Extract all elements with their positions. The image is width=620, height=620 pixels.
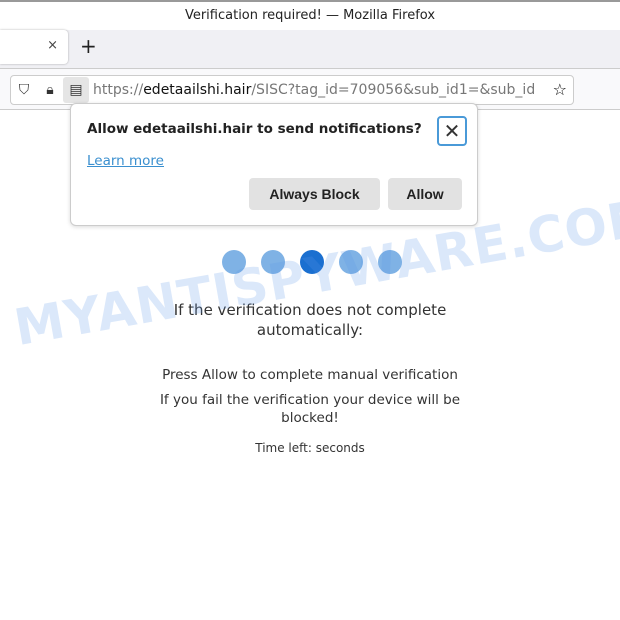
loading-dot [378, 250, 402, 274]
close-icon[interactable]: ✕ [437, 116, 467, 146]
notification-permission-icon[interactable]: ▤ [63, 77, 89, 103]
url-text[interactable]: https://edetaailshi.hair/SISC?tag_id=709… [93, 82, 538, 98]
loading-dots [222, 250, 402, 274]
learn-more-link[interactable]: Learn more [87, 153, 164, 169]
verification-message: If the verification does not complete au… [173, 301, 447, 339]
loading-dot [261, 250, 285, 274]
popup-title: Allow edetaailshi.hair to send notificat… [87, 121, 422, 137]
url-bar[interactable]: ⛉ 🔒︎ ▤ https://edetaailshi.hair/SISC?tag… [10, 75, 574, 105]
block-warning: If you fail the verification your device… [159, 392, 461, 426]
lock-icon[interactable]: 🔒︎ [37, 82, 63, 98]
close-tab-icon[interactable]: × [47, 38, 58, 53]
tab-bar: × + [0, 30, 620, 68]
notification-permission-popup: Allow edetaailshi.hair to send notificat… [70, 103, 478, 226]
allow-instruction: Press Allow to complete manual verificat… [162, 367, 458, 383]
loading-dot [222, 250, 246, 274]
loading-dot-active [300, 250, 324, 274]
new-tab-button[interactable]: + [80, 34, 97, 58]
loading-dot [339, 250, 363, 274]
shield-icon[interactable]: ⛉ [11, 82, 37, 98]
bookmark-star-icon[interactable]: ☆ [553, 80, 567, 99]
time-left: Time left: seconds [255, 441, 365, 455]
always-block-button[interactable]: Always Block [249, 178, 380, 210]
allow-button[interactable]: Allow [388, 178, 462, 210]
tab-active[interactable]: × [0, 30, 68, 64]
window-title: Verification required! — Mozilla Firefox [0, 0, 620, 30]
